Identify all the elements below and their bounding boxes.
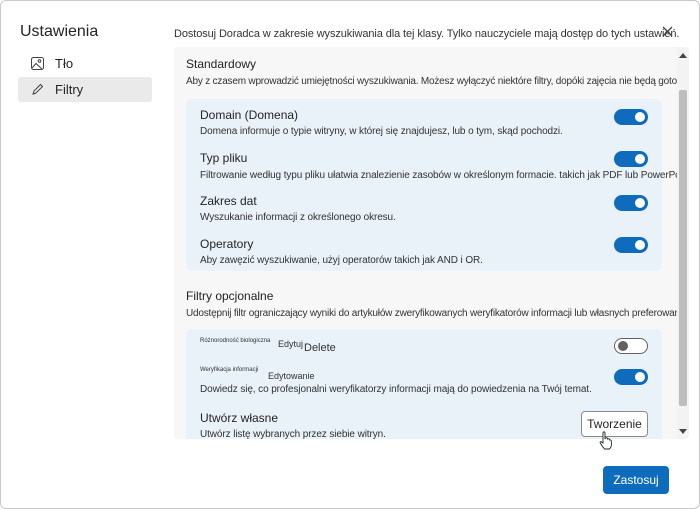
filter-title-operators: Operatory bbox=[200, 237, 254, 251]
create-button[interactable]: Tworzenie bbox=[581, 411, 648, 437]
toggle-domain[interactable] bbox=[614, 109, 648, 125]
toggle-knob bbox=[618, 341, 628, 351]
filter-title-domain: Domain (Domena) bbox=[200, 108, 299, 122]
hand-cursor-icon bbox=[599, 431, 612, 450]
close-button[interactable] bbox=[658, 22, 676, 40]
toggle-operators[interactable] bbox=[614, 237, 648, 253]
biodiversity-edit-link[interactable]: Edytuj bbox=[278, 339, 303, 349]
scrollbar[interactable] bbox=[677, 47, 689, 439]
scroll-up-arrow-icon[interactable] bbox=[679, 53, 687, 58]
sidebar-title: Ustawienia bbox=[20, 23, 99, 40]
optional-section-title: Filtry opcjonalne bbox=[186, 289, 274, 303]
toggle-knob bbox=[635, 240, 645, 250]
custom-filter-title: Utwórz własne bbox=[200, 411, 279, 425]
scroll-down-arrow-icon[interactable] bbox=[679, 429, 687, 434]
toggle-date-range[interactable] bbox=[614, 195, 648, 211]
standard-filters-card: Domain (Domena) Domena informuje o typie… bbox=[186, 99, 689, 271]
optional-section-description: Udostępnij filtr ograniczający wyniki do… bbox=[186, 308, 689, 319]
biodiversity-delete-link[interactable]: Delete bbox=[304, 342, 336, 354]
factcheck-edit-link[interactable]: Edytowanie bbox=[268, 371, 315, 381]
filter-description-operators: Aby zawęzić wyszukiwanie, użyj operatoró… bbox=[200, 255, 483, 266]
toggle-knob bbox=[635, 154, 645, 164]
standard-section-description: Aby z czasem wprowadzić umiejętności wys… bbox=[186, 76, 689, 87]
toggle-knob bbox=[635, 112, 645, 122]
header-description: Dostosuj Doradca w zakresie wyszukiwania… bbox=[174, 28, 680, 40]
custom-filter-description: Utwórz listę wybranych przez siebie witr… bbox=[200, 429, 386, 439]
sidebar-item-background[interactable]: Tło bbox=[18, 51, 152, 76]
filters-panel: Standardowy Aby z czasem wprowadzić umie… bbox=[174, 47, 689, 439]
toggle-file-type[interactable] bbox=[614, 151, 648, 167]
toggle-biodiversity[interactable] bbox=[614, 338, 648, 354]
factcheck-label: Weryfikacja informacji bbox=[200, 367, 259, 373]
biodiversity-label: Różnorodność biologiczna bbox=[200, 338, 271, 344]
apply-button[interactable]: Zastosuj bbox=[603, 466, 669, 494]
filter-title-file-type: Typ pliku bbox=[200, 151, 248, 165]
scroll-thumb[interactable] bbox=[679, 90, 687, 406]
sidebar-item-filters[interactable]: Filtry bbox=[18, 77, 152, 102]
standard-section-title: Standardowy bbox=[186, 57, 257, 71]
settings-dialog: Ustawienia Tło Filtry Dostosuj Doradca w… bbox=[0, 0, 700, 509]
factcheck-description: Dowiedz się, co profesjonalni weryfikato… bbox=[200, 384, 592, 395]
sidebar: Ustawienia Tło Filtry bbox=[1, 1, 164, 508]
toggle-knob bbox=[635, 198, 645, 208]
filter-description-file-type: Filtrowanie według typu pliku ułatwia zn… bbox=[200, 170, 689, 181]
filter-description-domain: Domena informuje o typie witryny, w któr… bbox=[200, 126, 563, 137]
image-icon bbox=[30, 57, 44, 71]
sidebar-item-label: Tło bbox=[55, 56, 74, 71]
toggle-factcheck[interactable] bbox=[614, 369, 648, 385]
pencil-icon bbox=[30, 83, 44, 97]
filter-description-date-range: Wyszukanie informacji z określonego okre… bbox=[200, 212, 396, 223]
sidebar-item-label: Filtry bbox=[55, 82, 84, 97]
filters-scroll-area: Standardowy Aby z czasem wprowadzić umie… bbox=[174, 47, 689, 439]
filter-title-date-range: Zakres dat bbox=[200, 194, 257, 208]
toggle-knob bbox=[635, 372, 645, 382]
close-icon bbox=[662, 26, 672, 36]
